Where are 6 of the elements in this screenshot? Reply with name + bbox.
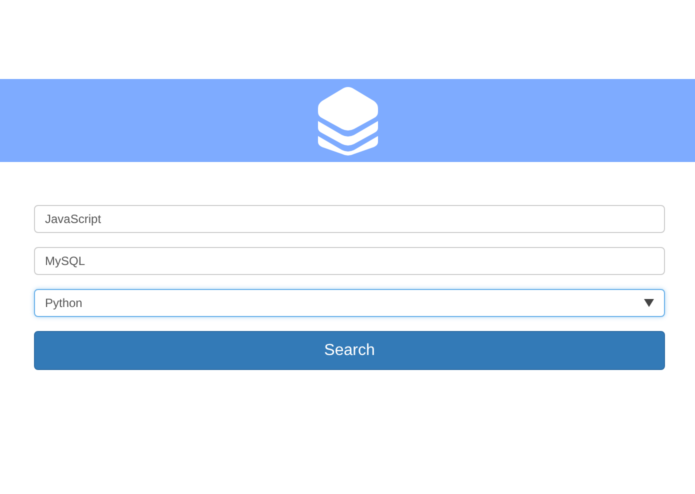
stacked-layers-icon: [316, 84, 380, 156]
text-field[interactable]: MySQL: [34, 247, 665, 275]
caret-icon: [644, 299, 654, 307]
text-field[interactable]: JavaScript: [34, 205, 665, 233]
search-button[interactable]: Search: [34, 331, 665, 370]
dropdown-field[interactable]: Python: [34, 289, 665, 317]
